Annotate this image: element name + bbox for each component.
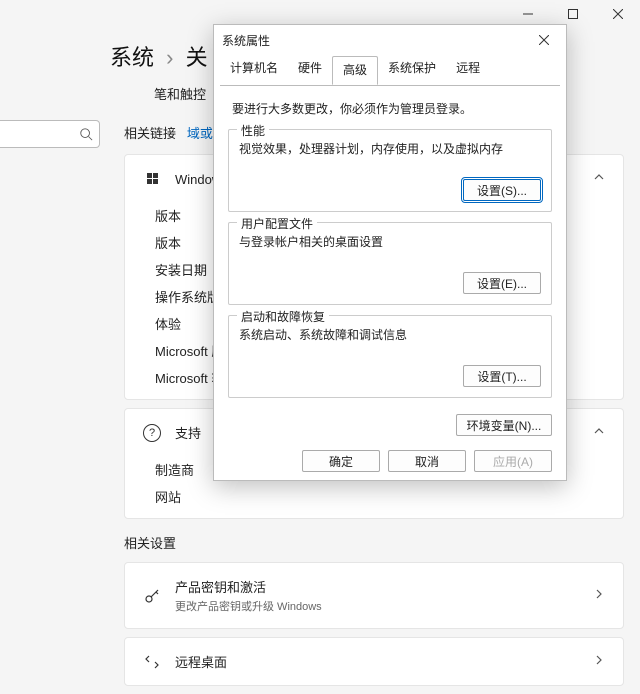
ok-button[interactable]: 确定 xyxy=(302,450,380,472)
key-icon xyxy=(143,587,161,605)
performance-desc: 视觉效果，处理器计划，内存使用，以及虚拟内存 xyxy=(239,140,541,157)
performance-settings-button[interactable]: 设置(S)... xyxy=(463,179,541,201)
env-vars-button[interactable]: 环境变量(N)... xyxy=(456,414,552,436)
user-profile-settings-button[interactable]: 设置(E)... xyxy=(463,272,541,294)
tab-advanced[interactable]: 高级 xyxy=(332,56,378,85)
activation-sub: 更改产品密钥或升级 Windows xyxy=(175,598,579,614)
breadcrumb-system[interactable]: 系统 xyxy=(110,45,154,70)
startup-recovery-settings-button[interactable]: 设置(T)... xyxy=(463,365,541,387)
user-profile-group: 用户配置文件 与登录帐户相关的桌面设置 设置(E)... xyxy=(228,222,552,305)
chevron-right-icon xyxy=(593,654,605,669)
chevron-up-icon[interactable] xyxy=(593,171,605,186)
performance-group: 性能 视觉效果，处理器计划，内存使用，以及虚拟内存 设置(S)... xyxy=(228,129,552,212)
tab-computer-name[interactable]: 计算机名 xyxy=(220,55,288,84)
user-profile-desc: 与登录帐户相关的桌面设置 xyxy=(239,233,541,250)
startup-recovery-legend: 启动和故障恢复 xyxy=(237,308,329,325)
performance-legend: 性能 xyxy=(237,122,269,139)
help-icon: ? xyxy=(143,424,161,442)
cancel-button[interactable]: 取消 xyxy=(388,450,466,472)
search-input[interactable] xyxy=(0,120,100,148)
remote-desktop-icon xyxy=(143,653,161,671)
activation-title: 产品密钥和激活 xyxy=(175,577,579,596)
breadcrumb-sep: › xyxy=(166,45,173,70)
dialog-title: 系统属性 xyxy=(222,32,270,49)
apply-button[interactable]: 应用(A) xyxy=(474,450,552,472)
admin-note: 要进行大多数更改，你必须作为管理员登录。 xyxy=(232,100,548,117)
tab-remote[interactable]: 远程 xyxy=(446,55,490,84)
activation-panel[interactable]: 产品密钥和激活 更改产品密钥或升级 Windows xyxy=(124,562,624,629)
support-website: 网站 xyxy=(125,483,623,518)
related-settings-heading: 相关设置 xyxy=(124,527,624,554)
dialog-tabs: 计算机名 硬件 高级 系统保护 远程 xyxy=(214,55,566,85)
remote-desktop-panel[interactable]: 远程桌面 xyxy=(124,637,624,686)
search-icon xyxy=(79,127,93,141)
system-properties-dialog: 系统属性 计算机名 硬件 高级 系统保护 远程 要进行大多数更改，你必须作为管理… xyxy=(213,24,567,481)
windows-icon xyxy=(143,173,161,184)
tab-hardware[interactable]: 硬件 xyxy=(288,55,332,84)
chevron-up-icon[interactable] xyxy=(593,425,605,440)
user-profile-legend: 用户配置文件 xyxy=(237,215,317,232)
chevron-right-icon xyxy=(593,588,605,603)
related-links-label: 相关链接 xyxy=(124,126,176,141)
remote-desktop-title: 远程桌面 xyxy=(175,652,579,671)
startup-recovery-group: 启动和故障恢复 系统启动、系统故障和调试信息 设置(T)... xyxy=(228,315,552,398)
dialog-close-button[interactable] xyxy=(530,30,558,50)
startup-recovery-desc: 系统启动、系统故障和调试信息 xyxy=(239,326,541,343)
tab-system-protection[interactable]: 系统保护 xyxy=(378,55,446,84)
breadcrumb-about: 关 xyxy=(186,45,208,70)
